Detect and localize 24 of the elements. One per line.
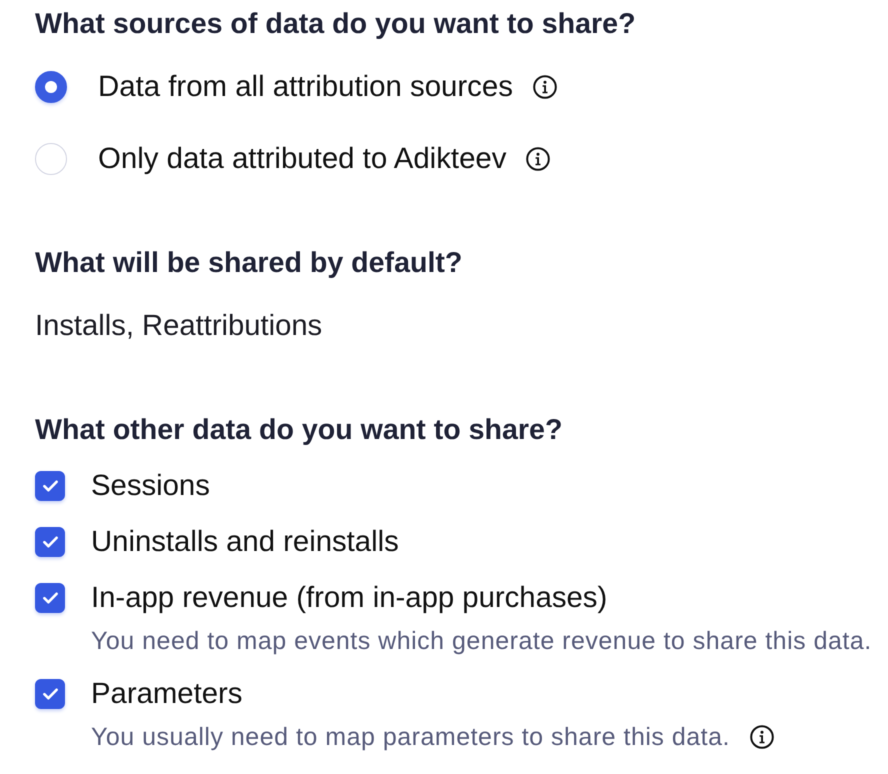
check-icon [42,688,58,700]
info-icon[interactable] [526,147,550,171]
checkbox[interactable] [35,471,65,501]
radio-button[interactable] [35,71,67,103]
option-label: Only data attributed to Adikteev [98,141,506,177]
checkbox[interactable] [35,527,65,557]
checkbox[interactable] [35,679,65,709]
option-label: In-app revenue (from in-app purchases) [91,580,608,616]
info-icon[interactable] [532,75,557,99]
check-icon [42,536,58,548]
default-data-text: Installs, Reattributions [35,309,324,344]
section-heading: What other data do you want to share? [35,413,564,448]
option-label: Data from all attribution sources [98,69,513,105]
checkbox[interactable] [35,583,65,613]
section-heading: What will be shared by default? [35,246,464,281]
option-label: Uninstalls and reinstalls [91,524,399,560]
hint-text: You need to map events which generate revenue to share this data. [91,626,872,656]
check-icon [42,480,58,492]
option-label: Parameters [91,676,242,712]
option-label: Sessions [91,468,210,504]
section-heading: What sources of data do you want to share? [35,7,637,42]
check-icon [42,592,58,604]
info-icon[interactable] [750,725,774,749]
hint-text: You usually need to map parameters to share this data. [91,722,730,752]
